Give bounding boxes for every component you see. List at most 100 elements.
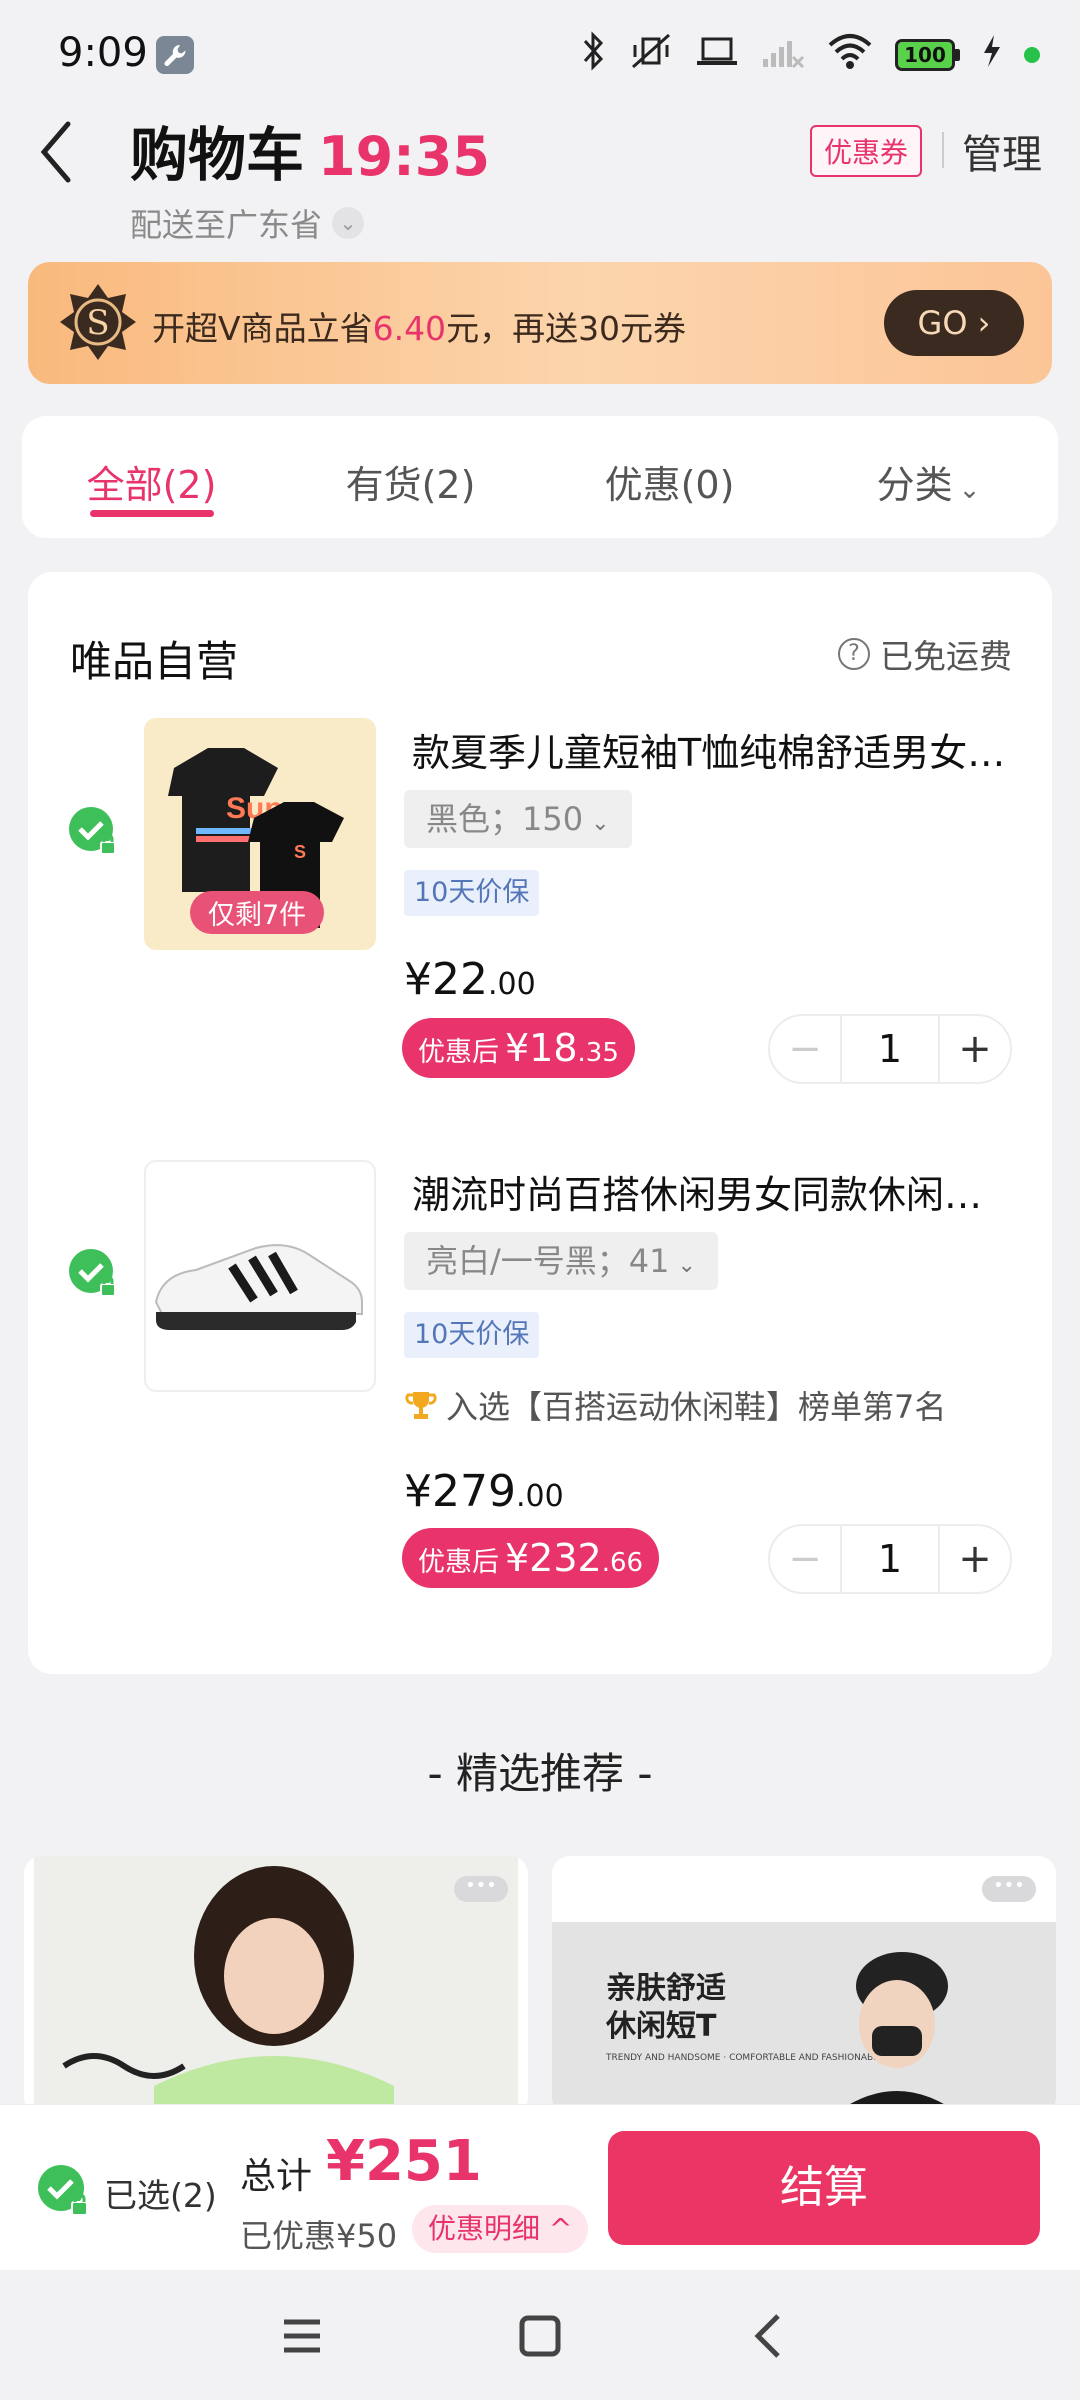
total-label: 总计 [240, 2156, 313, 2197]
price-int: ¥22 [404, 954, 488, 1005]
discount-detail-button[interactable]: 优惠明细 ^ [412, 2205, 589, 2253]
svg-text:亲肤舒适: 亲肤舒适 [606, 1971, 726, 2006]
battery-icon: 100 [895, 39, 960, 71]
back-icon [754, 2314, 780, 2358]
sku-selector[interactable]: 黑色；150 ⌄ [404, 790, 632, 848]
more-options-icon[interactable]: ••• [982, 1876, 1036, 1902]
tab-discount[interactable]: 优惠(0) [540, 416, 799, 538]
home-icon [519, 2315, 561, 2357]
product-name[interactable]: 潮流时尚百搭休闲男女同款休闲运动板鞋 [412, 1164, 1012, 1219]
vip-promo-text: 开超Ⅴ商品立省6.40元，再送30元券 [152, 302, 686, 350]
recommend-card[interactable]: 亲肤舒适 休闲短T TRENDY AND HANDSOME · COMFORTA… [552, 1856, 1056, 2116]
back-arrow-icon [40, 121, 71, 183]
wrench-icon [156, 36, 194, 74]
header: 购物车 19:35 配送至广东省 ⌄ 优惠券 管理 [0, 100, 1080, 250]
vip-badge-icon: S [58, 282, 138, 362]
menu-button[interactable] [270, 2304, 334, 2368]
status-time: 9:09 [58, 30, 148, 76]
tab-all[interactable]: 全部(2) [22, 416, 281, 538]
go-button[interactable]: GO › [884, 290, 1024, 356]
cart-item: 潮流时尚百搭休闲男女同款休闲运动板鞋 亮白/一号黑；41 ⌄ 10天价保 入选【百… [28, 1160, 1052, 1600]
price-guarantee-badge: 10天价保 [404, 870, 540, 916]
recommend-title: - 精选推荐 - [427, 1749, 653, 1798]
price-dec: .00 [487, 967, 536, 1002]
recommend-card[interactable]: ••• [24, 1856, 528, 2116]
ranking-text: 入选【百搭运动休闲鞋】榜单第7名 [446, 1388, 947, 1426]
checkout-button[interactable]: 结算 [608, 2131, 1040, 2245]
tab-category[interactable]: 分类 ⌄ [799, 416, 1058, 538]
tab-category-label: 分类 [876, 463, 953, 507]
nav-back-button[interactable] [738, 2304, 802, 2368]
charging-icon [982, 33, 1002, 78]
price-dec: .00 [515, 1479, 564, 1514]
wifi-icon [827, 31, 873, 80]
sneaker-image [154, 1244, 363, 1330]
svg-text:S: S [86, 303, 109, 343]
product-photo [34, 1856, 518, 2116]
discount-label: 优惠后 [418, 1547, 499, 1578]
product-image[interactable]: Super S 仅剩7件 [144, 718, 376, 950]
more-options-icon[interactable]: ••• [454, 1876, 508, 1902]
cart-item: Super S 仅剩7件 款夏季儿童短袖T恤纯棉舒适男女童体恤 黑色；150⌄ … [28, 718, 1052, 1118]
price-int: ¥279 [404, 1466, 516, 1517]
quantity-stepper: − 1 + [768, 1524, 1012, 1594]
discount-int: ¥232 [505, 1536, 602, 1580]
price-guarantee-badge: 10天价保 [404, 1312, 540, 1358]
sku-selector[interactable]: 亮白/一号黑；41 ⌄ [404, 1232, 718, 1290]
product-price: ¥279.00 [404, 1466, 564, 1517]
decrease-button[interactable]: − [770, 1016, 840, 1082]
discounted-price: 优惠后 ¥18.35 [402, 1018, 635, 1078]
bluetooth-icon [581, 30, 607, 80]
product-name[interactable]: 款夏季儿童短袖T恤纯棉舒适男女童体恤 [412, 722, 1012, 777]
increase-button[interactable]: + [940, 1526, 1010, 1592]
vip-text-prefix: 开超Ⅴ商品立省 [152, 309, 373, 348]
delivery-location[interactable]: 配送至广东省 ⌄ [130, 200, 365, 246]
vip-banner[interactable]: S 开超Ⅴ商品立省6.40元，再送30元券 GO › [28, 262, 1052, 384]
page-title: 购物车 [130, 121, 305, 189]
laptop-icon [695, 31, 739, 80]
product-image[interactable] [144, 1160, 376, 1392]
select-all-checkbox[interactable] [36, 2163, 92, 2219]
checked-lock-icon [69, 1249, 116, 1297]
stock-tag: 仅剩7件 [190, 891, 325, 934]
tab-in-stock[interactable]: 有货(2) [281, 416, 540, 538]
item-checkbox[interactable] [68, 1248, 120, 1300]
total-price: ¥251 [326, 2129, 482, 2194]
home-button[interactable] [508, 2304, 572, 2368]
menu-icon [284, 2319, 320, 2353]
selected-count[interactable]: 已选(2) [104, 2169, 217, 2217]
item-checkbox[interactable] [68, 806, 120, 858]
chevron-down-icon: ⌄ [677, 1253, 696, 1278]
ranking-info[interactable]: 入选【百搭运动休闲鞋】榜单第7名 [404, 1382, 946, 1428]
product-price: ¥22.00 [404, 954, 536, 1005]
status-bar: 9:09 100 [0, 0, 1080, 110]
manage-button[interactable]: 管理 [962, 122, 1042, 180]
store-name: 唯品自营 [70, 637, 239, 686]
signal-off-icon [761, 31, 805, 80]
back-button[interactable] [30, 110, 90, 190]
discount-int: ¥18 [505, 1026, 578, 1070]
checked-lock-icon [38, 2165, 88, 2216]
question-icon: ? [838, 638, 870, 670]
product-photo: 亲肤舒适 休闲短T TRENDY AND HANDSOME · COMFORTA… [552, 1856, 1056, 2116]
system-nav-bar [0, 2270, 1080, 2400]
increase-button[interactable]: + [940, 1016, 1010, 1082]
checked-lock-icon [69, 807, 116, 855]
svg-text:S: S [294, 842, 306, 862]
chevron-down-icon: ⌄ [591, 811, 610, 836]
decrease-button[interactable]: − [770, 1526, 840, 1592]
discount-dec: .66 [601, 1548, 644, 1578]
battery-level: 100 [895, 39, 955, 71]
status-icons: 100 [581, 30, 1040, 80]
shipping-info[interactable]: ? 已免运费 [838, 630, 1012, 678]
coupon-button[interactable]: 优惠券 [810, 125, 923, 177]
quantity-stepper: − 1 + [768, 1014, 1012, 1084]
quantity-value[interactable]: 1 [840, 1016, 940, 1082]
chevron-down-icon: ⌄ [958, 475, 981, 505]
trophy-icon [405, 1392, 437, 1419]
chevron-down-icon: ⌄ [332, 207, 365, 239]
discount-label: 优惠后 [418, 1037, 499, 1068]
checkout-bar: 已选(2) 总计 ¥251 已优惠¥50 优惠明细 ^ 结算 [0, 2104, 1080, 2270]
saved-amount: 已优惠¥50 [240, 2217, 398, 2255]
quantity-value[interactable]: 1 [840, 1526, 940, 1592]
